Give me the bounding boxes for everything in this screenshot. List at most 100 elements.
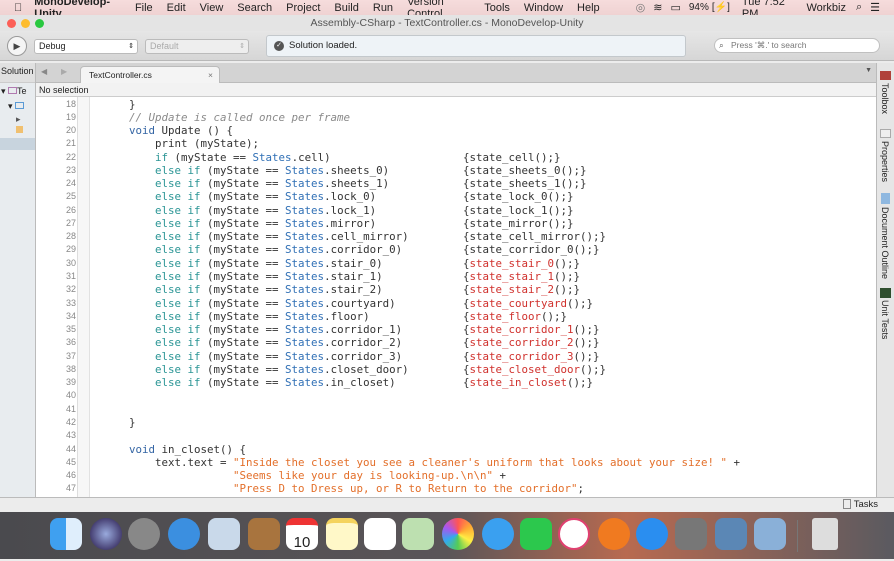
search-input[interactable]: ⌕ Press '⌘.' to search — [714, 38, 880, 53]
target-select[interactable]: Default ⇕ — [145, 39, 249, 54]
tree-item-selected[interactable] — [0, 138, 35, 150]
code-line: text.text = "Inside the closet you see a… — [103, 456, 740, 469]
code-token: state_stair_1 — [469, 270, 555, 283]
code-token: state_courtyard — [469, 296, 568, 310]
code-line-call: {state_cell();} — [463, 151, 561, 164]
preview-icon[interactable] — [754, 518, 786, 550]
tree-item-folder[interactable]: ▸ — [0, 113, 35, 136]
run-button[interactable]: ▶ — [7, 36, 27, 56]
apple-icon[interactable]:  — [14, 2, 22, 14]
tab-menu-icon[interactable]: ▼ — [865, 67, 872, 74]
code-line: else if (myState == States.floor) — [103, 310, 370, 323]
menu-file[interactable]: File — [135, 2, 153, 14]
spotlight-icon[interactable]: ⌕ — [856, 1, 862, 14]
battery-icon[interactable]: [⚡] — [712, 2, 730, 13]
breadcrumb[interactable]: No selection — [36, 83, 876, 97]
code-line-call: {state_corridor_0();} — [463, 243, 600, 256]
creative-cloud-icon[interactable]: ◎ — [636, 1, 646, 14]
maps-icon[interactable] — [402, 518, 434, 550]
code-token: {state_corridor_0();} — [463, 243, 600, 257]
code-token: "Seems like your day is looking-up.\n\n" — [233, 469, 494, 483]
close-window-button[interactable] — [7, 19, 16, 28]
tree-item-project[interactable]: ▾ — [0, 100, 35, 113]
menu-view[interactable]: View — [200, 2, 224, 14]
line-number: 44 — [65, 443, 76, 454]
right-pad-bar: Toolbox Properties Document Outline Unit… — [876, 63, 894, 497]
code-token: ();} — [567, 376, 594, 390]
solution-pad-title[interactable]: Solution — [0, 63, 35, 83]
menu-edit[interactable]: Edit — [167, 2, 186, 14]
siri-icon[interactable] — [90, 518, 122, 550]
tasks-label: Tasks — [853, 499, 878, 510]
tasks-button[interactable]: Tasks — [842, 499, 878, 510]
menu-window[interactable]: Window — [524, 2, 563, 14]
close-tab-icon[interactable]: × — [208, 67, 213, 83]
wifi-icon[interactable]: ≋ — [653, 1, 662, 14]
notes-icon[interactable] — [326, 518, 358, 550]
code-line: else if (myState == States.sheets_1) — [103, 177, 389, 190]
safari-icon[interactable] — [168, 518, 200, 550]
itunes-icon[interactable] — [558, 518, 590, 550]
menu-run[interactable]: Run — [373, 2, 393, 14]
calendar-icon[interactable]: 10 — [286, 518, 318, 551]
system-preferences-icon[interactable] — [675, 518, 707, 550]
app-store-icon[interactable] — [636, 518, 668, 550]
battery-percent[interactable]: 94% — [689, 2, 709, 13]
line-number: 34 — [65, 310, 76, 321]
pad-document-outline[interactable]: Document Outline — [880, 207, 890, 279]
tasks-icon — [842, 499, 851, 510]
menu-project[interactable]: Project — [286, 2, 320, 14]
trash-icon[interactable] — [812, 518, 838, 550]
code-token: "Press D to Dress up, or R to Return to … — [233, 482, 578, 496]
menu-search[interactable]: Search — [237, 2, 272, 14]
pad-properties[interactable]: Properties — [880, 141, 890, 182]
tab-textcontroller[interactable]: TextController.cs × — [80, 66, 220, 83]
zoom-window-button[interactable] — [35, 19, 44, 28]
facetime-icon[interactable] — [520, 518, 552, 550]
pad-toolbox[interactable]: Toolbox — [880, 83, 890, 114]
code-line: else if (myState == States.corridor_0) — [103, 243, 402, 256]
nav-forward-icon[interactable]: ▶ — [61, 67, 67, 76]
notification-center-icon[interactable]: ☰ — [870, 1, 880, 14]
line-number: 41 — [65, 403, 76, 414]
menu-help[interactable]: Help — [577, 2, 600, 14]
pad-unit-tests[interactable]: Unit Tests — [880, 300, 890, 339]
launchpad-icon[interactable] — [128, 518, 160, 550]
contacts-icon[interactable] — [248, 518, 280, 550]
reminders-icon[interactable] — [364, 518, 396, 550]
code-token: else if — [155, 323, 201, 337]
code-token: (myState == — [200, 296, 286, 310]
line-number: 20 — [65, 125, 76, 136]
code-token: else if — [155, 336, 201, 350]
code-line-call: {state_lock_1();} — [463, 204, 574, 217]
user-menu[interactable]: Workbiz — [806, 2, 846, 14]
finder-icon[interactable] — [50, 518, 82, 550]
mail-icon[interactable] — [208, 518, 240, 550]
code-editor[interactable]: 18 19 20 21 22 23 24 25 26 27 28 29 30 31 32 33 34 35 36 37… — [36, 97, 876, 497]
unity-icon[interactable] — [715, 518, 747, 550]
nav-back-icon[interactable]: ◀ — [41, 67, 47, 76]
code-token: else if — [155, 177, 201, 191]
code-token: ();} — [573, 349, 600, 363]
airplay-icon[interactable]: ▭ — [670, 1, 680, 14]
code-line: else if (myState == States.closet_door) — [103, 363, 409, 376]
messages-icon[interactable] — [482, 518, 514, 550]
code-line: else if (myState == States.sheets_0) — [103, 164, 389, 177]
code-token: ();} — [554, 256, 581, 270]
minimize-window-button[interactable] — [21, 19, 30, 28]
configuration-select[interactable]: Debug ⇕ — [34, 39, 138, 54]
menu-build[interactable]: Build — [334, 2, 358, 14]
line-number: 27 — [65, 217, 76, 228]
tree-item-solution[interactable]: ▾ Te — [0, 83, 35, 100]
menu-tools[interactable]: Tools — [484, 2, 510, 14]
line-number-gutter: 18 19 20 21 22 23 24 25 26 27 28 29 30 31 32 33 34 35 36 37… — [36, 97, 78, 497]
line-number: 30 — [65, 257, 76, 268]
code-token: States — [285, 190, 325, 204]
code-line: void in_closet() { — [103, 443, 246, 456]
ibooks-icon[interactable] — [598, 518, 630, 550]
photos-icon[interactable] — [442, 518, 474, 550]
code-token: (myState == — [200, 243, 286, 257]
